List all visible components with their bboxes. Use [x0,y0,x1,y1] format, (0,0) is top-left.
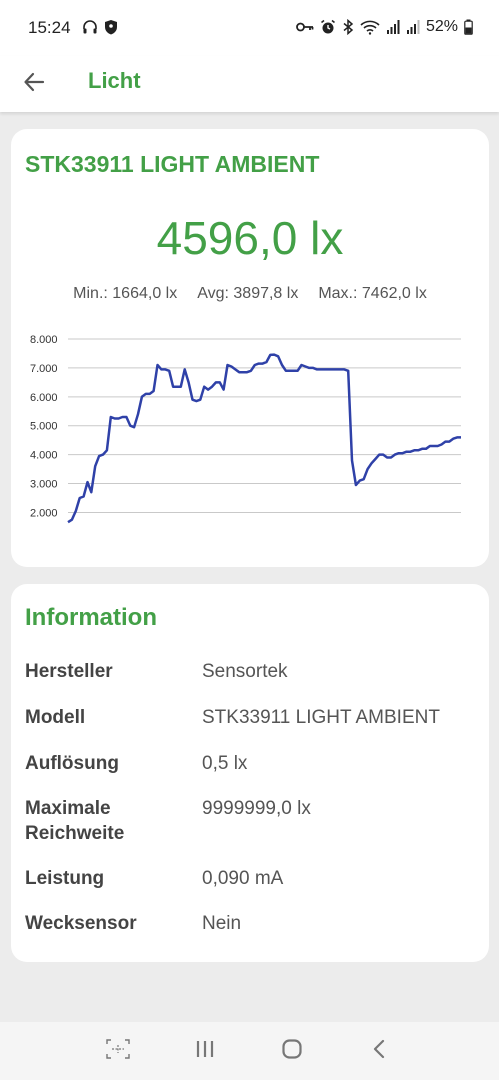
status-time: 15:24 [28,18,71,37]
alarm-icon [320,19,336,35]
headphones-icon [82,19,98,40]
info-value: 0,5 lx [202,753,248,774]
chart-series-line [67,353,461,524]
home-button[interactable] [277,1037,307,1065]
chart-y-tick-label: 2.000 [30,507,58,519]
info-value: Nein [202,913,242,934]
info-value: 9999999,0 lx [202,798,311,819]
signal-icon [386,19,400,35]
info-label: Leistung [25,868,105,889]
battery-percent: 52% [425,18,458,35]
info-label: Auflösung [25,753,119,774]
recent-apps-button[interactable] [190,1037,220,1065]
status-bar: 15:24 52% [0,0,499,56]
app-bar: Licht [0,56,499,112]
information-card: Information Hersteller Sensortek Modell … [11,584,489,962]
stat-avg: Avg: 3897,8 lx [197,285,299,302]
info-value: 0,090 mA [202,868,284,889]
key-icon [296,21,314,33]
arrow-left-icon [23,71,45,98]
screenshot-scan-icon [106,1038,130,1064]
chart-y-tick-label: 6.000 [30,392,58,404]
chart-y-tick-label: 7.000 [30,363,58,375]
chart-y-tick-label: 8.000 [30,334,58,346]
wifi-icon [360,19,380,35]
signal-icon [406,19,420,35]
stat-max: Max.: 7462,0 lx [318,285,427,302]
info-value: STK33911 LIGHT AMBIENT [202,707,440,728]
light-history-chart: 2.000 3.000 4.000 5.000 6.000 7.000 8.000 [30,334,461,524]
info-label: Maximale Reichweite [25,798,125,844]
sensor-name: STK33911 LIGHT AMBIENT [25,151,320,177]
info-label: Hersteller [25,661,113,682]
info-label: Wecksensor [25,913,137,934]
back-chevron-icon [371,1038,387,1065]
stat-min: Min.: 1664,0 lx [73,285,178,302]
info-value: Sensortek [202,661,288,682]
recent-apps-icon [194,1039,216,1064]
back-button[interactable] [18,68,50,100]
sensor-card: STK33911 LIGHT AMBIENT 4596,0 lx Min.: 1… [11,129,489,567]
navigation-bar [0,1022,499,1080]
home-icon [281,1038,303,1065]
chart-y-tick-label: 5.000 [30,421,58,433]
page-title: Licht [88,68,141,93]
bluetooth-icon [342,19,354,35]
chart-y-tick-label: 3.000 [30,479,58,491]
shield-icon [104,19,118,40]
system-back-button[interactable] [364,1037,394,1065]
sensor-stats: Min.: 1664,0 lx Avg: 3897,8 lx Max.: 746… [11,285,489,303]
info-label: Modell [25,707,86,728]
current-reading: 4596,0 lx [156,212,344,264]
chart-y-tick-label: 4.000 [30,450,58,462]
battery-icon [464,19,473,35]
information-title: Information [25,604,157,631]
screenshot-scan-button[interactable] [103,1037,133,1065]
